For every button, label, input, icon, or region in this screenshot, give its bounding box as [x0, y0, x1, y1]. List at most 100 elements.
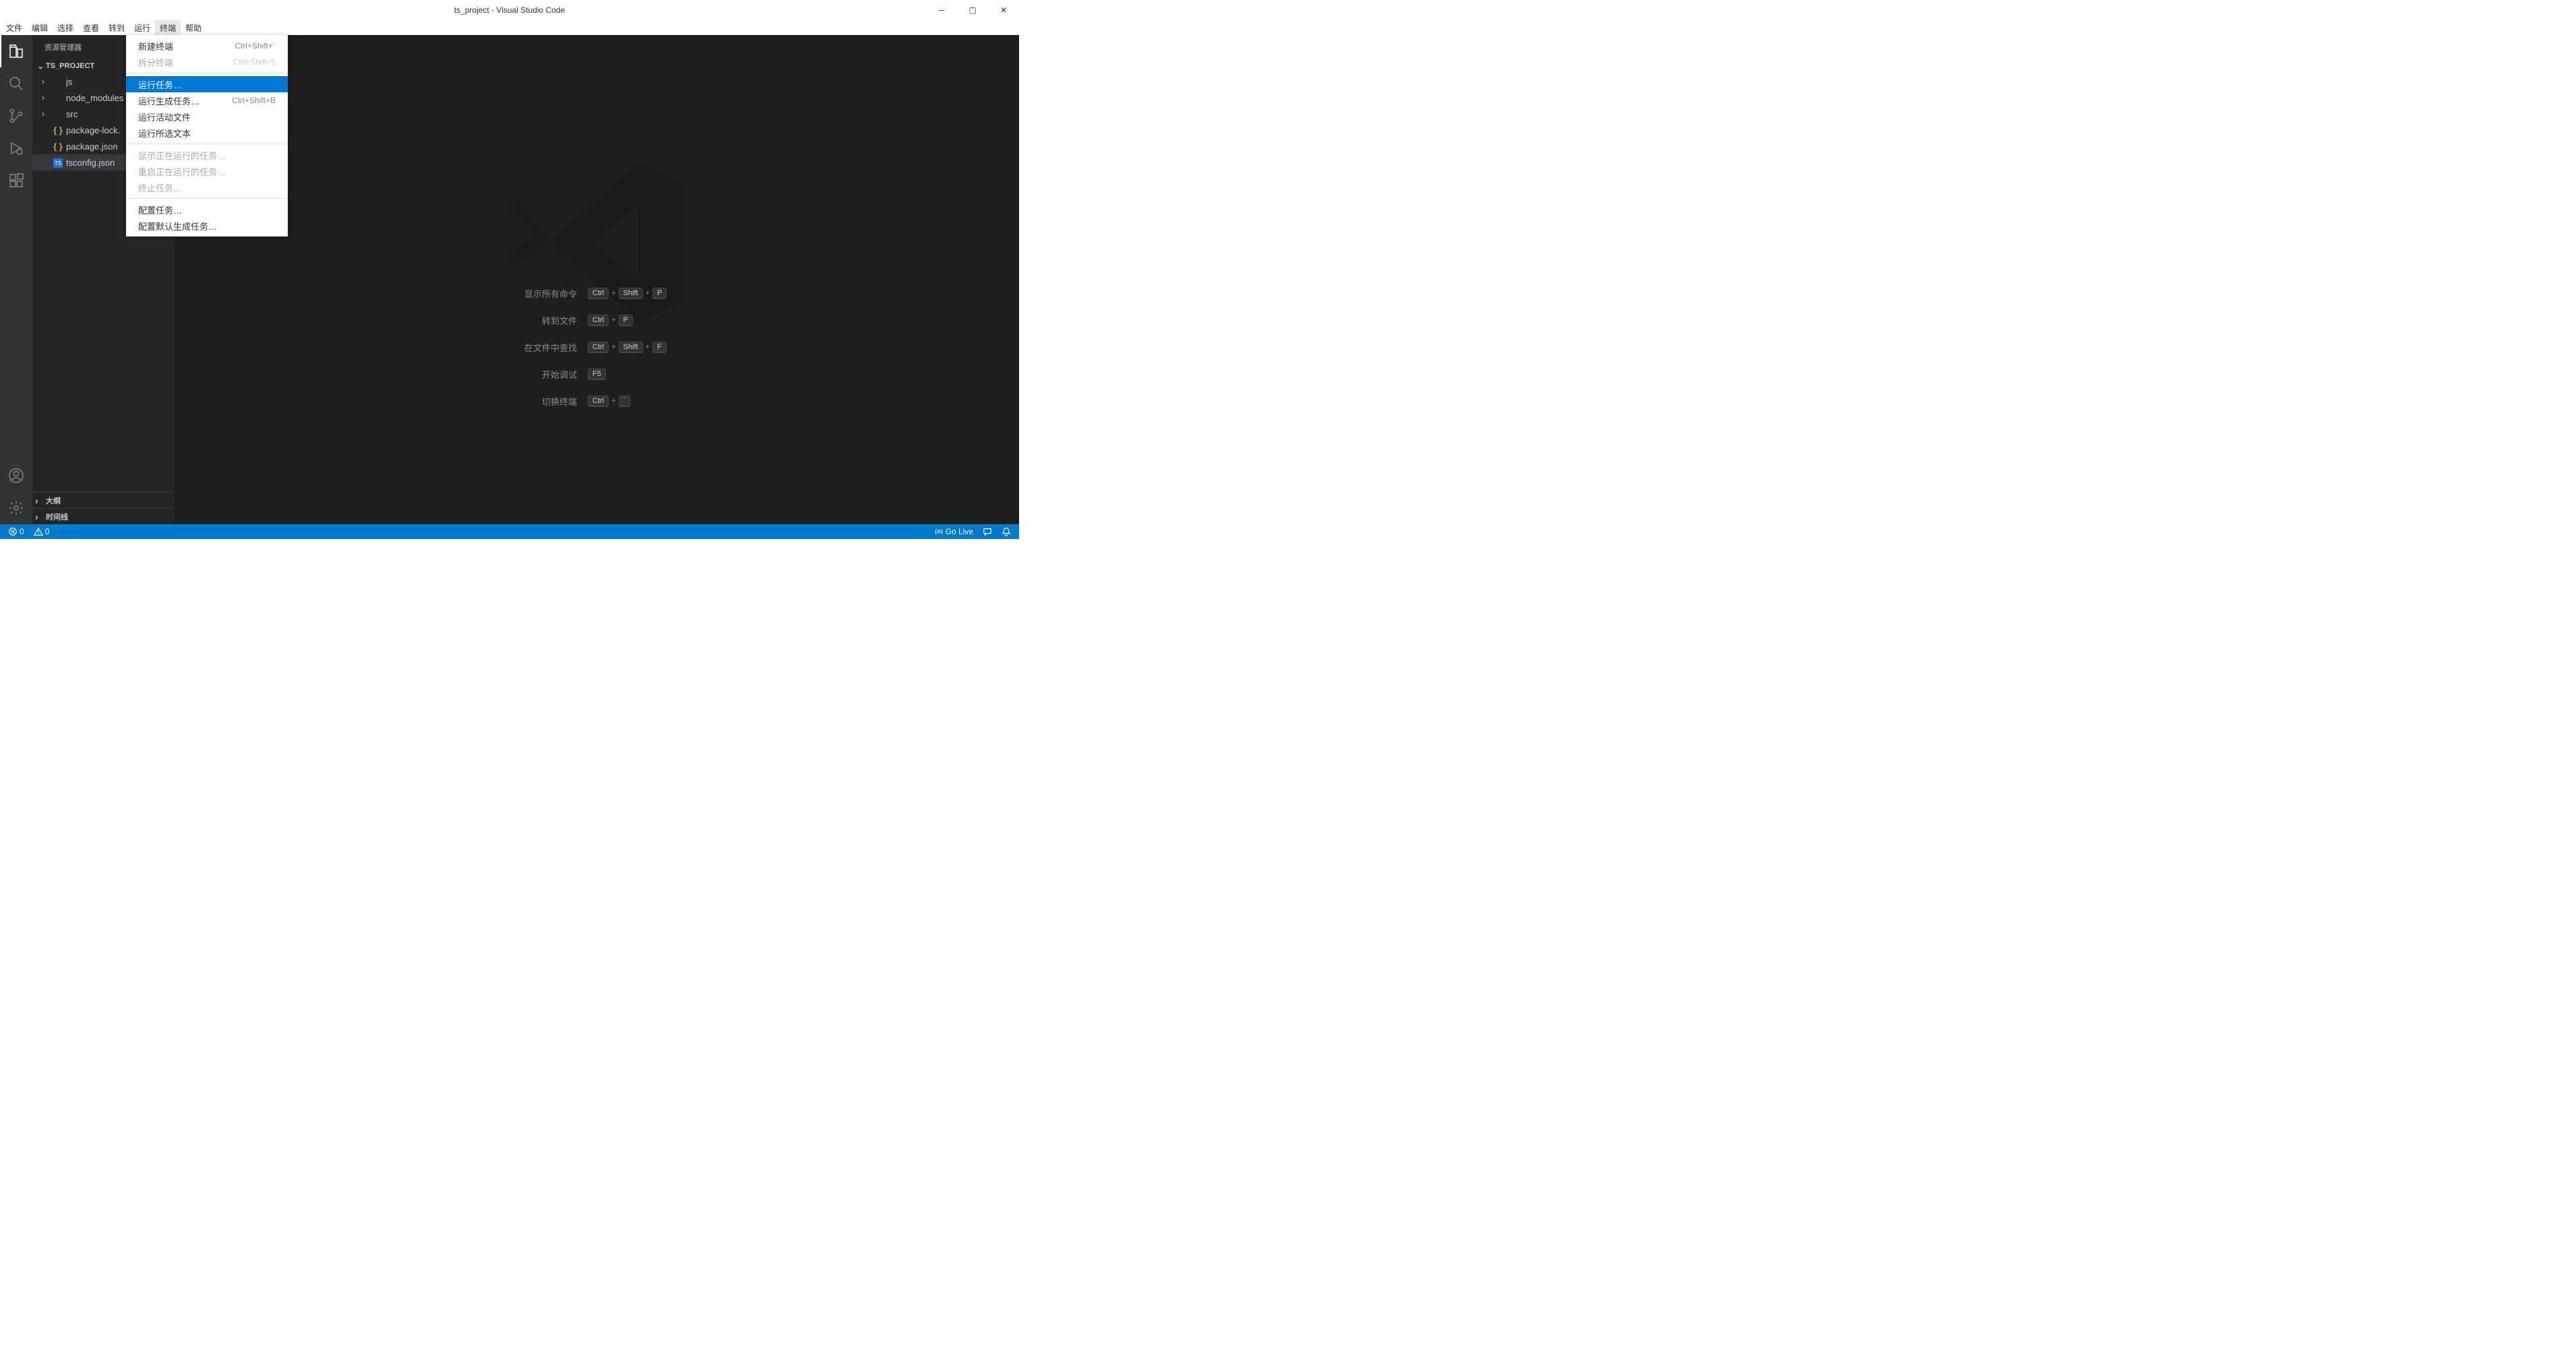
editor-area: 显示所有命令Ctrl+Shift+P转到文件Ctrl+P在文件中查找Ctrl+S…: [174, 35, 1019, 524]
shortcut-label: 在文件中查找: [524, 341, 577, 354]
menu-entry[interactable]: 新建终端 Ctrl+Shift+`: [126, 38, 288, 54]
minimize-button[interactable]: ─: [926, 0, 957, 20]
shortcut-row: 开始调试 F5: [524, 360, 669, 387]
menu-entry-shortcut: Ctrl+Shift+5: [233, 57, 276, 67]
menu-entry-label: 运行任务…: [138, 78, 182, 91]
shortcut-label: 显示所有命令: [524, 287, 577, 300]
chevron-right-icon: ›: [35, 511, 46, 522]
menu-separator: [126, 198, 288, 199]
menu-entry-label: 重启正在运行的任务…: [138, 165, 226, 178]
menu-item-1[interactable]: 编辑: [27, 20, 53, 35]
shortcut-keys: F5: [588, 369, 669, 380]
plus-separator: +: [646, 343, 650, 351]
menu-entry-label: 配置默认生成任务…: [138, 220, 217, 232]
menu-entry-label: 新建终端: [138, 40, 173, 53]
menu-entry-label: 运行活动文件: [138, 110, 191, 123]
menu-item-4[interactable]: 转到: [104, 20, 129, 35]
run-debug-icon[interactable]: [0, 132, 32, 164]
menu-item-0[interactable]: 文件: [1, 20, 27, 35]
keycap: P: [652, 288, 667, 299]
menu-entry-label: 运行生成任务…: [138, 94, 200, 107]
notifications-icon[interactable]: [999, 527, 1014, 536]
plus-separator: +: [611, 316, 615, 324]
chevron-right-icon: ›: [35, 495, 46, 506]
explorer-icon[interactable]: [0, 35, 32, 67]
keycap: Shift: [619, 342, 643, 353]
timeline-panel[interactable]: › 时间线: [32, 508, 174, 524]
menu-entry-shortcut: Ctrl+Shift+`: [235, 41, 276, 51]
menu-item-6[interactable]: 终端: [155, 20, 181, 35]
window-controls: ─ ▢ ✕: [926, 0, 1019, 20]
menu-entry[interactable]: 运行任务…: [126, 76, 288, 92]
chevron-right-icon: ›: [42, 77, 50, 86]
extensions-icon[interactable]: [0, 164, 32, 197]
search-icon[interactable]: [0, 67, 32, 100]
error-count: 0: [20, 527, 24, 536]
chevron-right-icon: ›: [42, 93, 50, 102]
menu-entry[interactable]: 运行所选文本: [126, 125, 288, 141]
accounts-icon[interactable]: [0, 460, 32, 492]
shortcut-label: 切换终端: [542, 395, 577, 408]
source-control-icon[interactable]: [0, 100, 32, 132]
shortcut-label: 开始调试: [542, 368, 577, 381]
keycap: F: [652, 342, 667, 353]
menu-entry: 拆分终端 Ctrl+Shift+5: [126, 54, 288, 70]
keycap: F5: [588, 369, 606, 380]
status-bar: 0 0 Go Live: [0, 524, 1019, 539]
ts-icon: TS: [53, 157, 63, 168]
keycap: Ctrl: [588, 315, 609, 326]
menu-entry-shortcut: Ctrl+Shift+B: [232, 96, 276, 105]
menu-entry-label: 拆分终端: [138, 56, 173, 69]
plus-separator: +: [611, 289, 615, 297]
menu-bar: 文件编辑选择查看转到运行终端帮助: [0, 20, 1019, 35]
shortcut-keys: Ctrl+Shift+F: [588, 342, 669, 353]
menu-item-2[interactable]: 选择: [53, 20, 78, 35]
go-live-label: Go Live: [946, 527, 973, 536]
menu-entry-label: 显示正在运行的任务…: [138, 149, 226, 162]
shortcut-label: 转到文件: [542, 314, 577, 327]
menu-item-5[interactable]: 运行: [129, 20, 155, 35]
warnings-status[interactable]: 0: [31, 527, 53, 536]
activity-bar: [0, 35, 32, 524]
menu-entry[interactable]: 运行活动文件: [126, 108, 288, 125]
menu-entry-label: 配置任务…: [138, 203, 182, 216]
project-name: TS_PROJECT: [46, 62, 94, 70]
shortcut-row: 切换终端 Ctrl+`: [524, 387, 669, 414]
shortcut-keys: Ctrl+`: [588, 395, 669, 407]
menu-entry[interactable]: 配置任务…: [126, 201, 288, 218]
go-live-button[interactable]: Go Live: [931, 527, 976, 536]
keycap: `: [619, 395, 631, 407]
plus-separator: +: [611, 343, 615, 351]
outline-panel[interactable]: › 大纲: [32, 492, 174, 508]
menu-entry: 终止任务…: [126, 179, 288, 195]
plus-separator: +: [646, 289, 650, 297]
menu-entry[interactable]: 配置默认生成任务…: [126, 218, 288, 234]
shortcut-row: 显示所有命令Ctrl+Shift+P: [524, 280, 669, 307]
shortcut-row: 转到文件Ctrl+P: [524, 307, 669, 334]
keycap: Shift: [619, 288, 643, 299]
panel-label: 时间线: [46, 511, 68, 522]
menu-entry-label: 运行所选文本: [138, 127, 191, 139]
terminal-menu-dropdown: 新建终端Ctrl+Shift+`拆分终端Ctrl+Shift+5运行任务…运行生…: [126, 35, 288, 236]
keycap: Ctrl: [588, 342, 609, 353]
menu-item-3[interactable]: 查看: [78, 20, 104, 35]
errors-status[interactable]: 0: [5, 527, 27, 536]
menu-item-7[interactable]: 帮助: [181, 20, 206, 35]
chevron-right-icon: ›: [42, 109, 50, 119]
panel-label: 大纲: [46, 495, 61, 506]
json-icon: { }: [53, 141, 63, 152]
warning-count: 0: [45, 527, 50, 536]
welcome-shortcuts: 显示所有命令Ctrl+Shift+P转到文件Ctrl+P在文件中查找Ctrl+S…: [524, 280, 669, 414]
feedback-icon[interactable]: [980, 527, 995, 536]
keycap: Ctrl: [588, 395, 609, 407]
window-title: ts_project - Visual Studio Code: [454, 5, 565, 15]
maximize-button[interactable]: ▢: [957, 0, 988, 20]
menu-entry: 重启正在运行的任务…: [126, 163, 288, 179]
keycap: Ctrl: [588, 288, 609, 299]
menu-entry[interactable]: 运行生成任务… Ctrl+Shift+B: [126, 92, 288, 108]
json-icon: { }: [53, 125, 63, 135]
settings-icon[interactable]: [0, 492, 32, 524]
shortcut-row: 在文件中查找Ctrl+Shift+F: [524, 334, 669, 360]
shortcut-keys: Ctrl+Shift+P: [588, 288, 669, 299]
close-button[interactable]: ✕: [988, 0, 1019, 20]
